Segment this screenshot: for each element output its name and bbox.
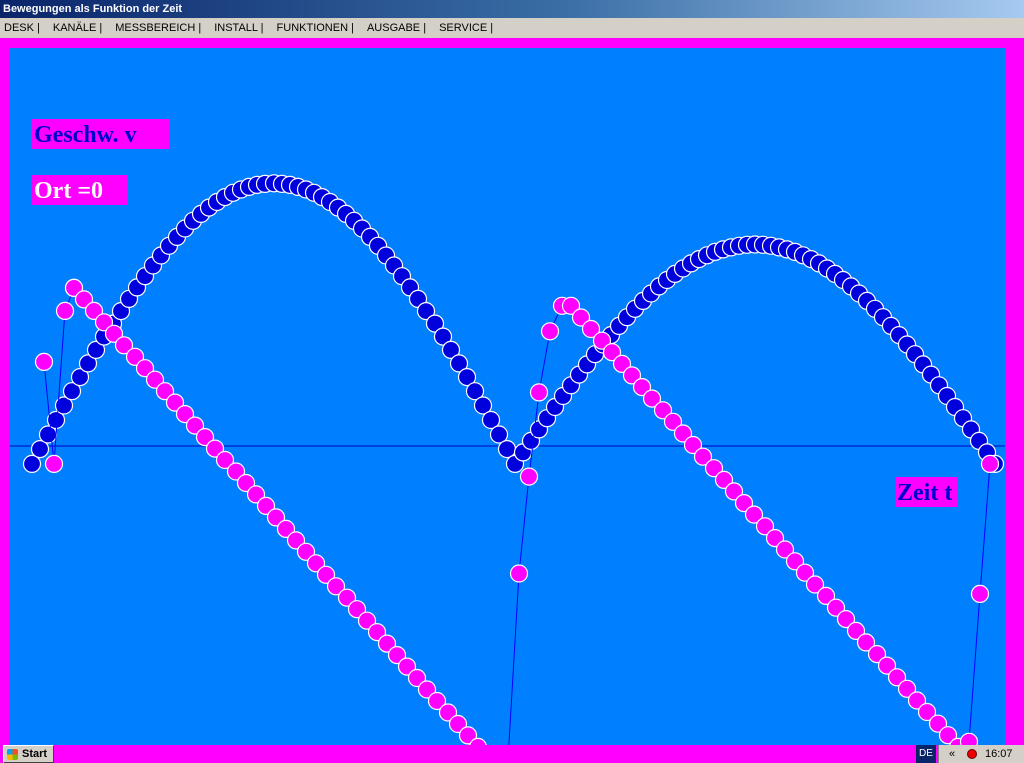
legend-position: Ort =0 (34, 178, 103, 204)
position-point (44, 454, 64, 473)
chart-container: Geschw. v Ort =0 Zeit t (0, 38, 1024, 745)
language-indicator[interactable]: DE (916, 745, 936, 763)
window-title: Bewegungen als Funktion der Zeit (3, 3, 183, 15)
position-point (509, 564, 529, 583)
menu-ausgabe[interactable]: AUSGABE | (367, 18, 426, 38)
tray-expand-icon[interactable]: « (949, 745, 955, 763)
position-point (980, 454, 1000, 473)
position-point (55, 301, 75, 320)
clock: 16:07 (985, 748, 1013, 760)
menu-desk[interactable]: DESK | (4, 18, 40, 38)
menu-kanaele[interactable]: KANÄLE | (53, 18, 102, 38)
position-point (540, 322, 560, 341)
menu-messbereich[interactable]: MESSBEREICH | (115, 18, 201, 38)
taskbar: Start DE « 16:07 (0, 745, 1024, 763)
position-point (519, 467, 539, 486)
menu-funktionen[interactable]: FUNKTIONEN | (277, 18, 354, 38)
network-warning-icon[interactable] (967, 749, 977, 759)
windows-logo-icon (7, 749, 18, 760)
start-button[interactable]: Start (3, 745, 54, 763)
legend-velocity: Geschw. v (34, 122, 137, 148)
system-tray: « 16:07 (938, 745, 1024, 763)
position-point (970, 584, 990, 604)
start-label: Start (22, 748, 48, 760)
window-title-bar: Bewegungen als Funktion der Zeit (0, 0, 1024, 18)
menu-service[interactable]: SERVICE | (439, 18, 493, 38)
position-point (959, 732, 979, 745)
position-point (529, 383, 549, 402)
menu-bar: DESK | KANÄLE | MESSBEREICH | INSTALL | … (0, 18, 1024, 38)
motion-chart: Geschw. v Ort =0 Zeit t (10, 48, 1005, 745)
x-axis-label: Zeit t (897, 480, 952, 506)
position-point (34, 352, 54, 371)
menu-install[interactable]: INSTALL | (214, 18, 263, 38)
